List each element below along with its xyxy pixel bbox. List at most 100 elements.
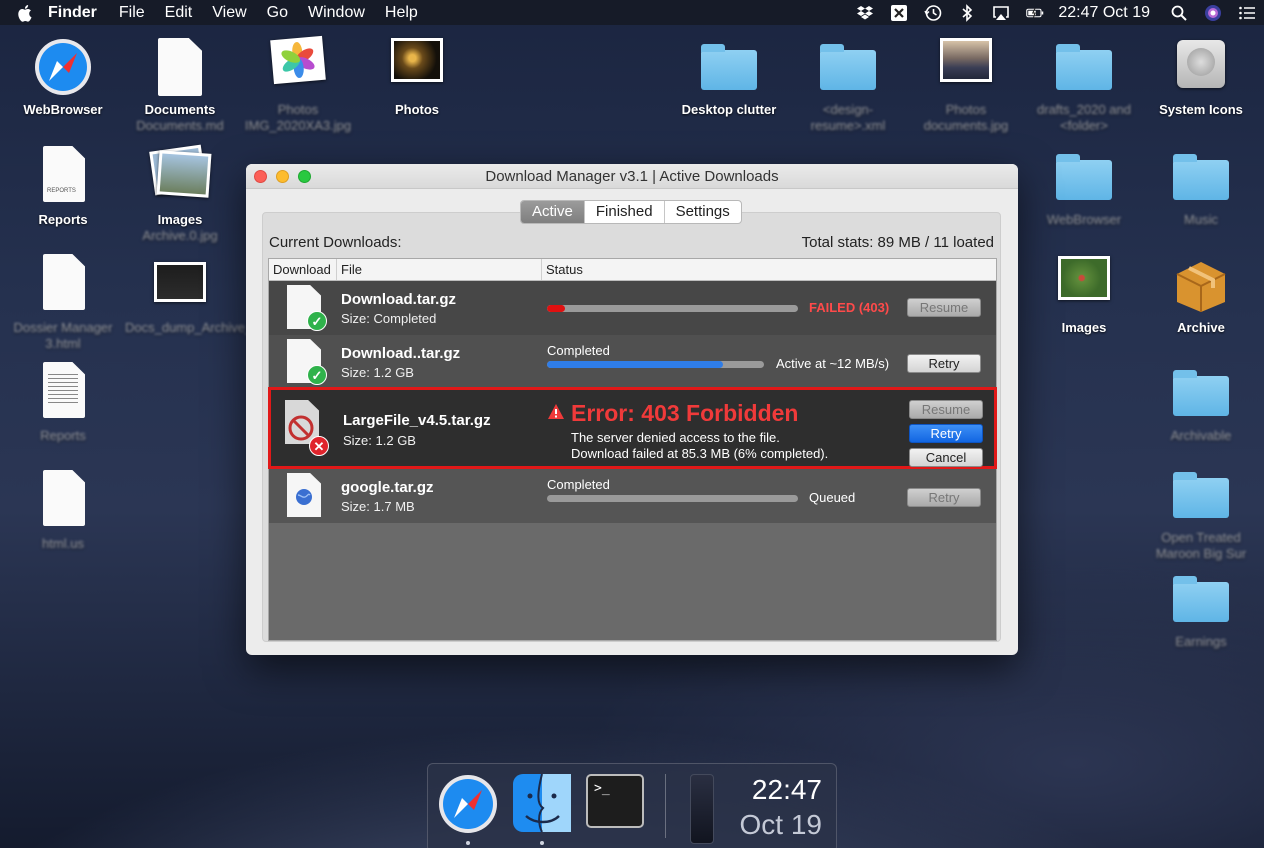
column-download[interactable]: Download xyxy=(269,259,337,280)
menu-help[interactable]: Help xyxy=(385,4,418,22)
desktop-icon-music[interactable]: Music xyxy=(1146,146,1256,228)
warning-icon xyxy=(548,404,564,419)
desktop-icon-webbrowser[interactable]: WebBrowser xyxy=(8,36,118,118)
menu-edit[interactable]: Edit xyxy=(165,4,193,22)
zoom-button[interactable] xyxy=(298,170,311,183)
menu-clock[interactable]: 22:47 Oct 19 xyxy=(1058,4,1150,22)
dock-clock-date: Oct 19 xyxy=(739,809,822,840)
minimize-button[interactable] xyxy=(276,170,289,183)
table-row[interactable]: ✓ Download..tar.gz Size: 1.2 GB Complete… xyxy=(269,335,996,389)
menu-file[interactable]: File xyxy=(119,4,145,22)
cancel-button[interactable]: Cancel xyxy=(909,448,983,467)
desktop-icon-archive[interactable]: Archive xyxy=(1146,254,1256,336)
apple-menu-icon[interactable] xyxy=(0,4,48,22)
error-x-icon: ✕ xyxy=(309,436,329,456)
siri-icon[interactable] xyxy=(1196,0,1230,25)
document-icon xyxy=(31,254,95,316)
file-size: Size: 1.2 GB xyxy=(341,365,414,380)
progress-fill xyxy=(547,361,723,368)
search-icon[interactable] xyxy=(1162,0,1196,25)
desktop-icon-open-treated[interactable]: Open Treated Maroon Big Sur xyxy=(1146,464,1256,562)
desktop-icon-reports[interactable]: REPORTS Reports xyxy=(8,146,118,228)
desktop-icon-images-photo[interactable]: Images xyxy=(1029,254,1139,336)
desktop-icon-html[interactable]: html.us xyxy=(8,470,118,552)
dock-separator xyxy=(665,774,666,838)
checkmark-icon: ✓ xyxy=(307,365,327,385)
x-box-icon[interactable] xyxy=(882,0,916,25)
column-file[interactable]: File xyxy=(337,259,542,280)
bluetooth-icon[interactable] xyxy=(950,0,984,25)
error-title: Error: 403 Forbidden xyxy=(571,400,799,426)
menu-go[interactable]: Go xyxy=(267,4,288,22)
table-row[interactable]: google.tar.gz Size: 1.7 MB Completed Que… xyxy=(269,469,996,523)
desktop-icon-label: System Icons xyxy=(1159,102,1243,117)
desktop-icon-label: Dossier Manager 3.html xyxy=(13,320,113,351)
table-header: Download File Status xyxy=(269,259,996,281)
retry-button[interactable]: Retry xyxy=(907,354,981,373)
desktop-icon-label: Archivable xyxy=(1170,428,1232,443)
finder-icon[interactable] xyxy=(513,773,573,834)
safari-icon[interactable] xyxy=(438,774,498,834)
dock: >_ 22:47 Oct 19 xyxy=(427,763,837,848)
desktop-icon-documents[interactable]: Documents Documents.md xyxy=(125,36,235,134)
column-status[interactable]: Status xyxy=(542,259,583,280)
desktop-icon-sublabel: IMG_2020XA3.jpg xyxy=(244,118,352,133)
photo-thumbnail-icon xyxy=(1052,254,1116,316)
menu-window[interactable]: Window xyxy=(308,4,365,22)
menu-app-name[interactable]: Finder xyxy=(48,4,97,22)
compass-icon xyxy=(31,36,95,98)
control-list-icon[interactable] xyxy=(1230,0,1264,25)
desktop-icon-photos-app[interactable]: Photos IMG_2020XA3.jpg xyxy=(243,35,353,134)
tab-bar: Active Finished Settings xyxy=(520,200,742,224)
desktop-icon-label: <design-resume>.xml xyxy=(810,102,886,133)
tab-finished[interactable]: Finished xyxy=(585,201,665,223)
desktop-icon-resume[interactable]: <design-resume>.xml xyxy=(793,36,903,134)
desktop-icon-drafts[interactable]: drafts_2020 and <folder> xyxy=(1029,36,1139,134)
document-icon xyxy=(148,36,212,98)
folder-icon xyxy=(816,36,880,98)
desktop-icon-docs-dump[interactable]: Docs_dump_Archive_f.jpg xyxy=(125,254,277,336)
tab-settings[interactable]: Settings xyxy=(665,201,741,223)
desktop-icon-reports-2[interactable]: Reports xyxy=(8,362,118,444)
resume-button[interactable]: Resume xyxy=(907,298,981,317)
table-row[interactable]: ✓ Download.tar.gz Size: Completed FAILED… xyxy=(269,281,996,335)
time-machine-icon[interactable] xyxy=(916,0,950,25)
airplay-icon[interactable] xyxy=(984,0,1018,25)
desktop-icon-webbrowser-folder[interactable]: WebBrowser xyxy=(1029,146,1139,228)
window-titlebar[interactable]: Download Manager v3.1 | Active Downloads xyxy=(246,164,1018,189)
desktop-icon-label: Photos xyxy=(394,102,440,117)
progress-bar xyxy=(547,495,798,502)
file-name: Download..tar.gz xyxy=(341,345,461,362)
table-row-error[interactable]: ✕ LargeFile_v4.5.tar.gz Size: 1.2 GB Err… xyxy=(268,387,997,469)
phone-icon[interactable] xyxy=(690,774,714,844)
battery-icon[interactable] xyxy=(1018,0,1052,25)
file-name: LargeFile_v4.5.tar.gz xyxy=(343,412,491,429)
terminal-icon[interactable]: >_ xyxy=(586,774,646,834)
progress-bar xyxy=(547,305,798,312)
desktop-icon-images[interactable]: Images Archive.0.jpg xyxy=(125,144,235,244)
retry-button[interactable]: Retry xyxy=(909,424,983,443)
checkmark-icon: ✓ xyxy=(307,311,327,331)
file-size: Size: 1.2 GB xyxy=(343,433,416,448)
error-message: The server denied access to the file. xyxy=(571,430,780,445)
desktop-icon-label: Images xyxy=(1061,320,1107,335)
resume-button[interactable]: Resume xyxy=(909,400,983,419)
document-icon: REPORTS xyxy=(31,146,95,208)
desktop-icon-archivable[interactable]: Archivable xyxy=(1146,362,1256,444)
image-stack-icon xyxy=(148,144,212,208)
desktop-icon-label: html.us xyxy=(42,536,84,551)
menu-view[interactable]: View xyxy=(212,4,246,22)
desktop-icon-system-icons[interactable]: System Icons xyxy=(1146,36,1256,118)
retry-button[interactable]: Retry xyxy=(907,488,981,507)
desktop-icon-label: Photos documents.jpg xyxy=(923,102,1009,133)
desktop-icon-photos[interactable]: Photos xyxy=(362,36,472,118)
desktop-icon-earnings[interactable]: Earnings xyxy=(1146,568,1256,650)
folder-icon xyxy=(1052,146,1116,208)
desktop-icon-dossier[interactable]: Dossier Manager 3.html xyxy=(8,254,118,352)
desktop-icon-photos-documents[interactable]: Photos documents.jpg xyxy=(911,36,1021,134)
close-button[interactable] xyxy=(254,170,267,183)
dropbox-icon[interactable] xyxy=(848,0,882,25)
desktop-icon-desktop-clutter[interactable]: Desktop clutter xyxy=(674,36,784,118)
desktop-icon-label: Archive xyxy=(1177,320,1225,335)
tab-active[interactable]: Active xyxy=(521,201,585,223)
